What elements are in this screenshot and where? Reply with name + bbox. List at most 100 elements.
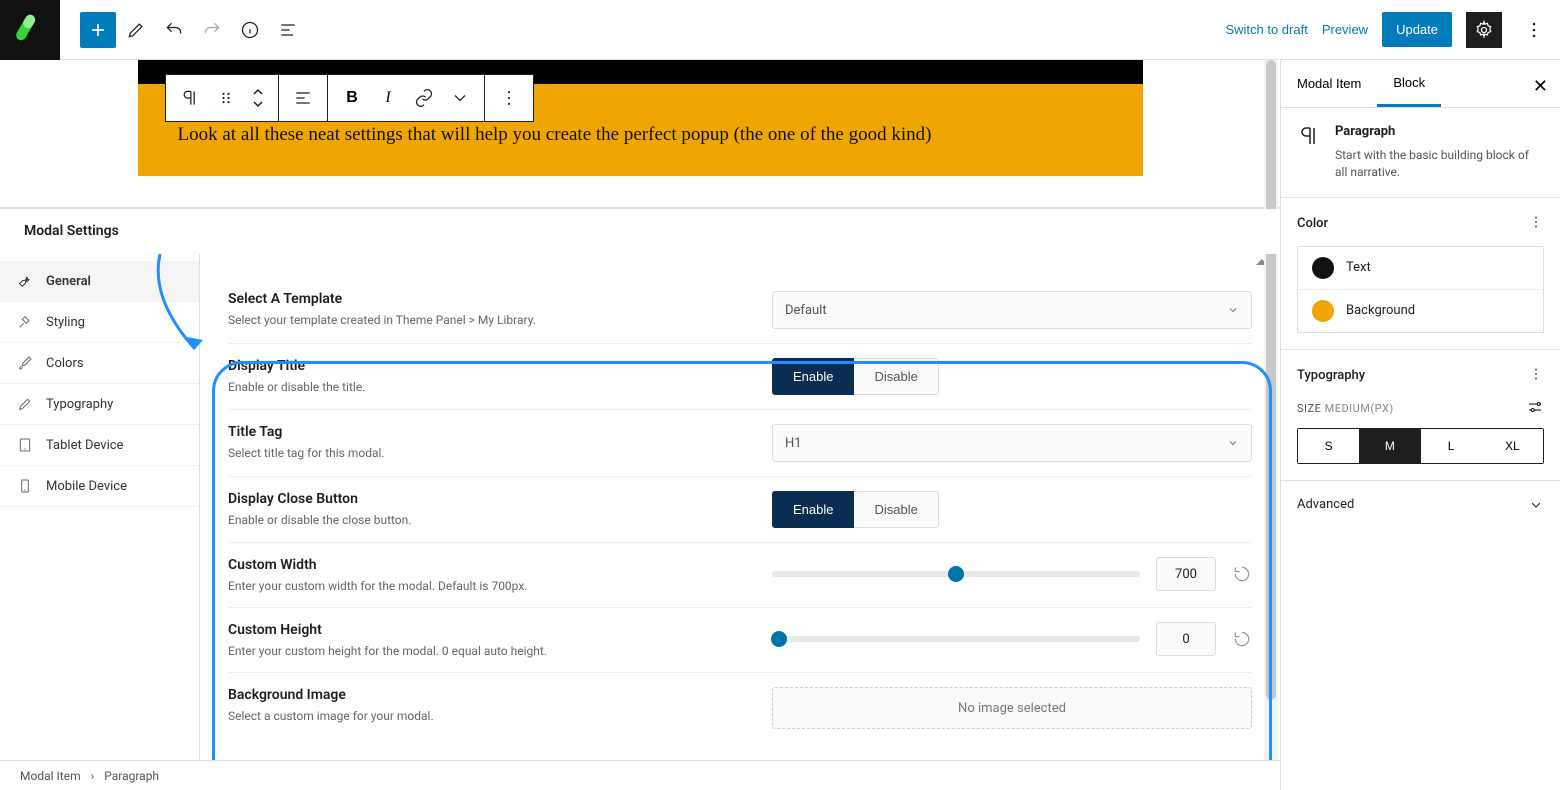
size-button-group: S M L XL (1297, 428, 1544, 464)
top-toolbar: Switch to draft Preview Update (0, 0, 1560, 60)
height-slider[interactable] (772, 636, 1140, 642)
more-options-icon[interactable] (1528, 366, 1544, 386)
brush-icon (16, 355, 34, 371)
chevron-down-icon (1227, 437, 1239, 449)
more-options-icon[interactable] (1528, 214, 1544, 234)
hammer-icon (16, 314, 34, 330)
info-button[interactable] (232, 12, 268, 48)
tab-styling[interactable]: Styling (0, 302, 199, 343)
tab-mobile[interactable]: Mobile Device (0, 466, 199, 507)
title-tag-select[interactable]: H1 (772, 424, 1252, 462)
row-height: Custom HeightEnter your custom height fo… (228, 608, 1252, 673)
row-display-title: Display Title Enable or disable the title… (228, 344, 1252, 410)
drag-handle-icon[interactable] (208, 75, 244, 121)
right-sidebar: Modal Item Block ✕ Paragraph Start with … (1280, 60, 1560, 790)
tab-general[interactable]: General (0, 261, 199, 302)
tab-label: Styling (46, 315, 85, 330)
move-up-down-icon[interactable] (244, 75, 272, 121)
display-title-toggle: EnableDisable (772, 358, 939, 395)
template-select[interactable]: Default (772, 291, 1252, 329)
width-slider[interactable] (772, 571, 1140, 577)
text-swatch (1312, 257, 1334, 279)
mobile-icon (16, 478, 34, 494)
sliders-icon[interactable] (1526, 398, 1544, 420)
tab-label: Tablet Device (46, 438, 123, 453)
disable-button[interactable]: Disable (854, 358, 938, 395)
bold-icon[interactable]: B (334, 75, 370, 121)
chevron-down-icon[interactable] (442, 75, 478, 121)
size-s[interactable]: S (1298, 429, 1359, 463)
site-logo-button[interactable] (0, 0, 60, 60)
setting-desc: Enable or disable the close button. (228, 513, 772, 527)
slider-thumb[interactable] (771, 631, 787, 647)
block-info-section: Paragraph Start with the basic building … (1281, 108, 1560, 198)
tab-block[interactable]: Block (1377, 60, 1441, 107)
disable-button[interactable]: Disable (854, 491, 938, 528)
reset-icon[interactable] (1232, 629, 1252, 649)
tab-tablet[interactable]: Tablet Device (0, 425, 199, 466)
switch-draft-button[interactable]: Switch to draft (1225, 22, 1307, 37)
tablet-icon (16, 437, 34, 453)
typography-section: Typography SIZE MEDIUM(PX) S M L XL (1281, 350, 1560, 481)
size-m[interactable]: M (1359, 429, 1420, 463)
size-xl[interactable]: XL (1482, 429, 1543, 463)
row-width: Custom WidthEnter your custom width for … (228, 543, 1252, 608)
settings-gear-button[interactable] (1466, 12, 1502, 48)
block-more-menu[interactable] (491, 75, 527, 121)
advanced-panel-toggle[interactable]: Advanced (1281, 481, 1560, 529)
tab-typography[interactable]: Typography (0, 384, 199, 425)
setting-title: Display Title (228, 358, 772, 374)
paragraph-icon[interactable] (172, 75, 208, 121)
italic-icon[interactable]: I (370, 75, 406, 121)
preview-button[interactable]: Preview (1322, 22, 1368, 37)
width-value[interactable]: 700 (1156, 557, 1216, 591)
redo-button[interactable] (194, 12, 230, 48)
block-desc: Start with the basic building block of a… (1335, 147, 1544, 181)
more-menu-button[interactable] (1516, 12, 1552, 48)
setting-title: Select A Template (228, 291, 772, 307)
advanced-label: Advanced (1297, 497, 1354, 512)
slider-thumb[interactable] (948, 566, 964, 582)
row-close-button: Display Close ButtonEnable or disable th… (228, 477, 1252, 543)
setting-title: Custom Width (228, 557, 772, 573)
outline-button[interactable] (270, 12, 306, 48)
height-value[interactable]: 0 (1156, 622, 1216, 656)
close-button-toggle: EnableDisable (772, 491, 939, 528)
tab-label: Typography (46, 397, 113, 412)
vertical-scrollbar[interactable] (1264, 60, 1278, 790)
edit-button[interactable] (118, 12, 154, 48)
crumb-modal-item[interactable]: Modal Item (20, 769, 81, 783)
tab-label: Colors (46, 356, 84, 371)
text-color-picker[interactable]: Text (1298, 247, 1543, 290)
undo-button[interactable] (156, 12, 192, 48)
tab-modal-item[interactable]: Modal Item (1281, 60, 1377, 107)
tab-label: General (46, 274, 91, 289)
bg-swatch (1312, 300, 1334, 322)
setting-desc: Enter your custom height for the modal. … (228, 644, 772, 658)
paragraph-icon (1297, 124, 1321, 152)
bg-color-picker[interactable]: Background (1298, 290, 1543, 332)
close-sidebar-button[interactable]: ✕ (1529, 72, 1552, 101)
align-icon[interactable] (285, 75, 321, 121)
panel-title: Color (1297, 216, 1328, 231)
reset-icon[interactable] (1232, 564, 1252, 584)
setting-desc: Select your template created in Theme Pa… (228, 313, 772, 327)
block-toolbar: B I (165, 74, 534, 122)
row-bg-image: Background Image Select a custom image fo… (228, 673, 1252, 743)
size-l[interactable]: L (1421, 429, 1482, 463)
enable-button[interactable]: Enable (772, 491, 854, 528)
update-button[interactable]: Update (1382, 12, 1452, 47)
bg-image-picker[interactable]: No image selected (772, 687, 1252, 729)
row-template: Select A Template Select your template cr… (228, 277, 1252, 344)
enable-button[interactable]: Enable (772, 358, 854, 395)
tab-colors[interactable]: Colors (0, 343, 199, 384)
crumb-paragraph[interactable]: Paragraph (104, 769, 159, 783)
size-label: SIZE (1297, 402, 1321, 415)
chevron-right-icon: › (91, 769, 95, 783)
add-block-button[interactable] (80, 12, 116, 48)
setting-desc: Select a custom image for your modal. (228, 709, 772, 723)
setting-desc: Enable or disable the title. (228, 380, 772, 394)
link-icon[interactable] (406, 75, 442, 121)
panel-title: Typography (1297, 368, 1365, 383)
setting-title: Background Image (228, 687, 772, 703)
